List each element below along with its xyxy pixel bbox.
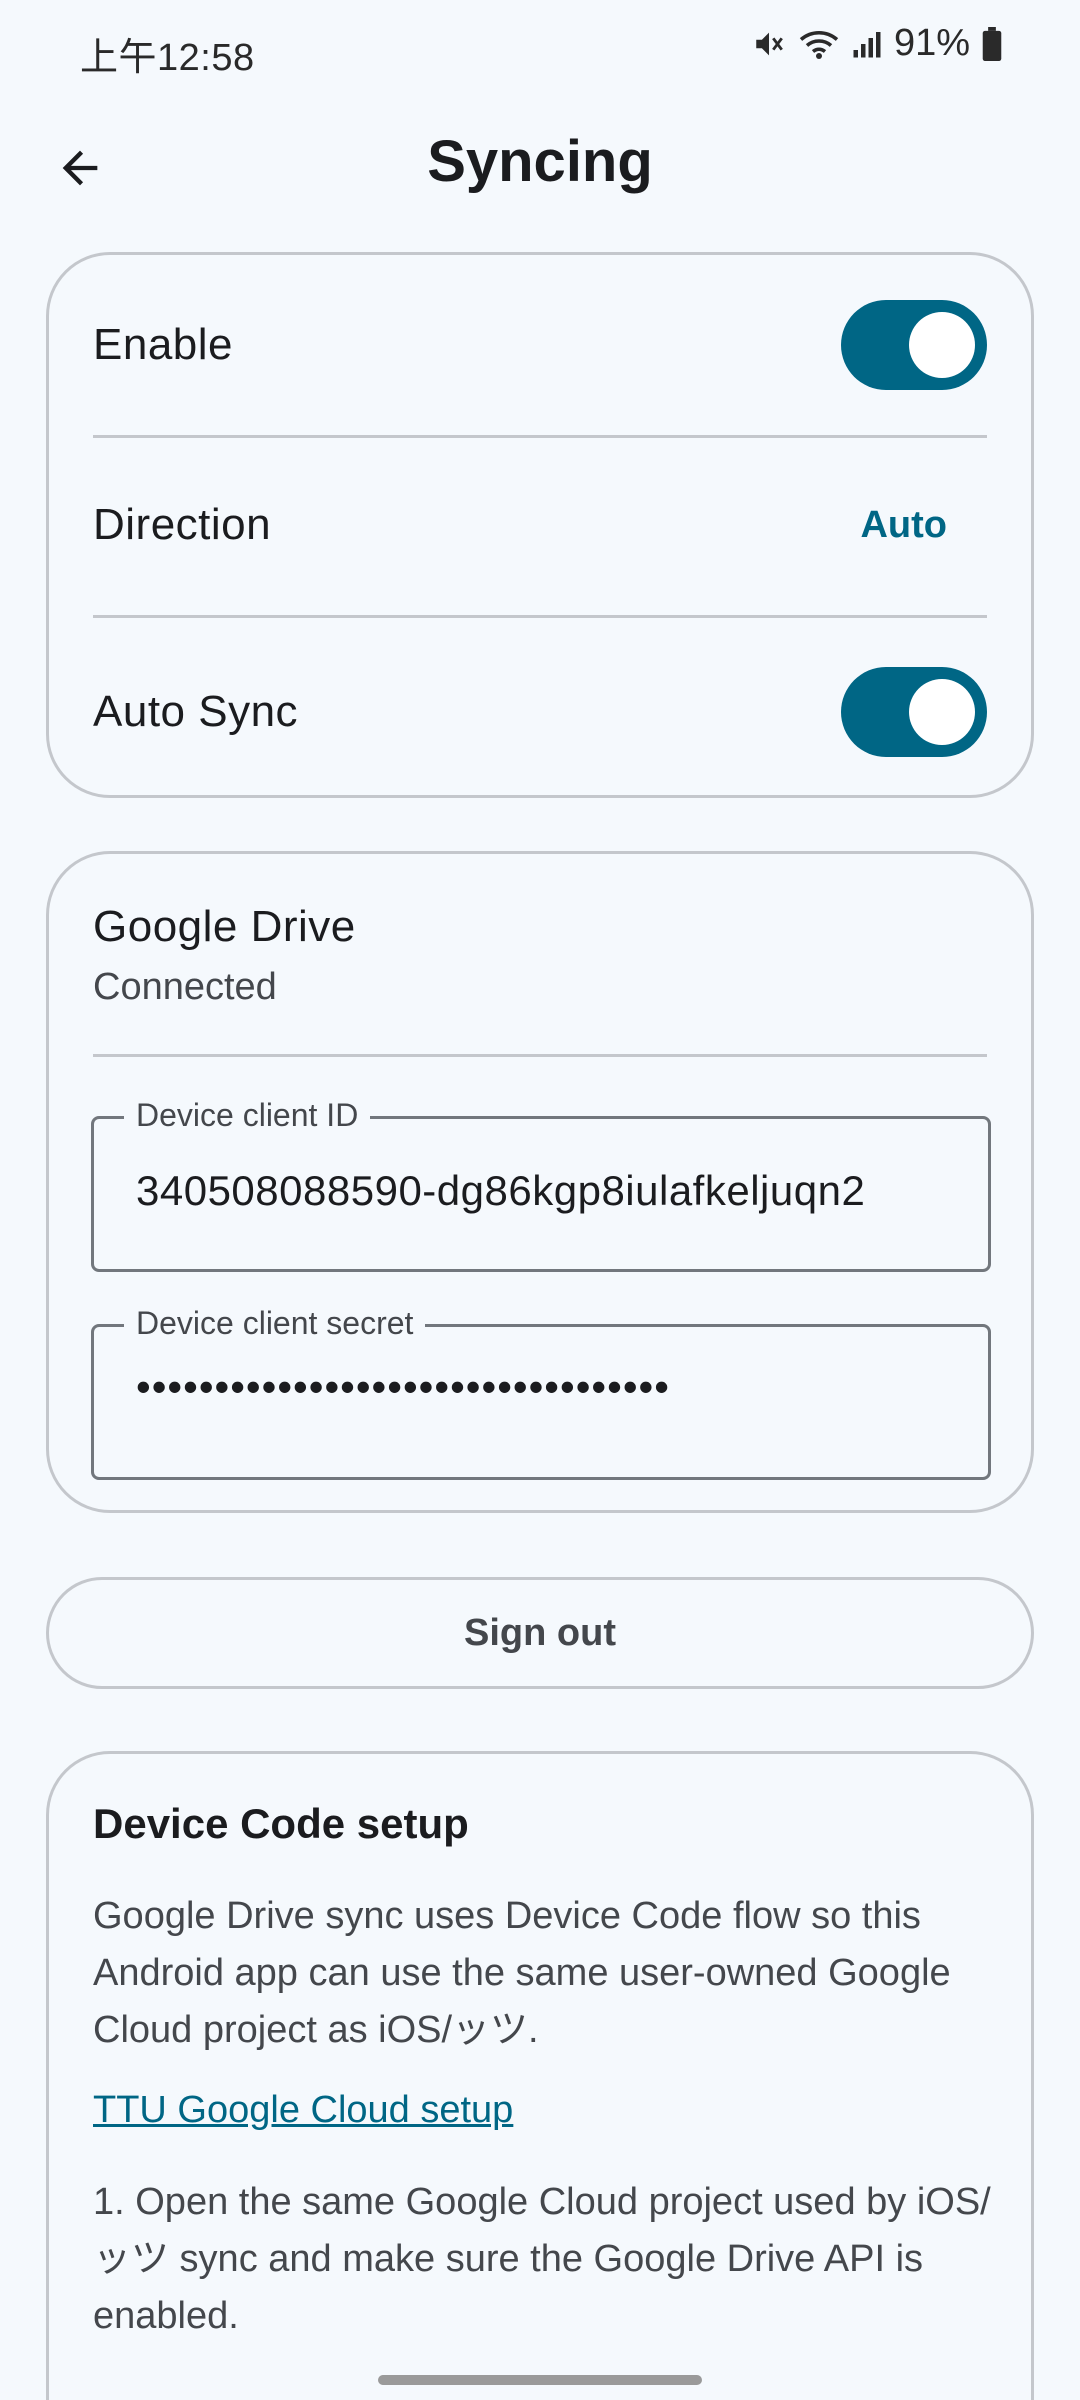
client-id-value[interactable]: 340508088590-dg86kgp8iulafkeljuqn2: [136, 1167, 958, 1215]
setup-step-1: 1. Open the same Google Cloud project us…: [93, 2181, 991, 2337]
battery-percent: 91%: [893, 22, 970, 64]
home-indicator[interactable]: [378, 2375, 702, 2385]
direction-value[interactable]: Auto: [860, 504, 947, 547]
auto-sync-row[interactable]: Auto Sync: [93, 652, 987, 772]
divider: [93, 615, 987, 618]
drive-title: Google Drive: [93, 902, 356, 951]
switch-knob: [909, 312, 975, 378]
google-drive-card: Google Drive Connected Device client ID …: [46, 851, 1034, 1513]
sync-settings-card: Enable Direction Auto Auto Sync: [46, 252, 1034, 798]
client-id-label: Device client ID: [124, 1097, 371, 1134]
status-bar: 上午12:58 91%: [0, 0, 1080, 100]
direction-label: Direction: [93, 500, 272, 549]
setup-title: Device Code setup: [93, 1800, 469, 1847]
divider: [93, 435, 987, 438]
enable-switch[interactable]: [841, 300, 987, 390]
app-bar: Syncing: [0, 110, 1080, 220]
auto-sync-switch[interactable]: [841, 667, 987, 757]
status-icons: 91%: [752, 22, 1002, 65]
enable-row[interactable]: Enable: [93, 285, 987, 405]
client-id-field[interactable]: Device client ID 340508088590-dg86kgp8iu…: [91, 1097, 991, 1272]
battery-icon: [982, 26, 1002, 61]
client-secret-label: Device client secret: [124, 1305, 426, 1342]
client-secret-value[interactable]: ••••••••••••••••••••••••••••••••••: [136, 1363, 958, 1411]
enable-label: Enable: [93, 320, 234, 369]
drive-status: Connected: [93, 966, 277, 1008]
auto-sync-label: Auto Sync: [93, 687, 299, 736]
status-time: 上午12:58: [80, 37, 255, 79]
switch-knob: [909, 679, 975, 745]
setup-link[interactable]: TTU Google Cloud setup: [93, 2089, 513, 2132]
signal-icon: [852, 29, 882, 59]
mute-icon: [752, 27, 786, 61]
sign-out-button[interactable]: Sign out: [46, 1577, 1034, 1689]
wifi-icon: [798, 27, 840, 61]
client-secret-field[interactable]: Device client secret •••••••••••••••••••…: [91, 1305, 991, 1480]
setup-description: Google Drive sync uses Device Code flow …: [93, 1895, 951, 2051]
direction-row[interactable]: Direction Auto: [93, 465, 987, 585]
page-title: Syncing: [427, 129, 653, 194]
device-code-setup-card: Device Code setup Google Drive sync uses…: [46, 1751, 1034, 2400]
divider: [93, 1054, 987, 1057]
